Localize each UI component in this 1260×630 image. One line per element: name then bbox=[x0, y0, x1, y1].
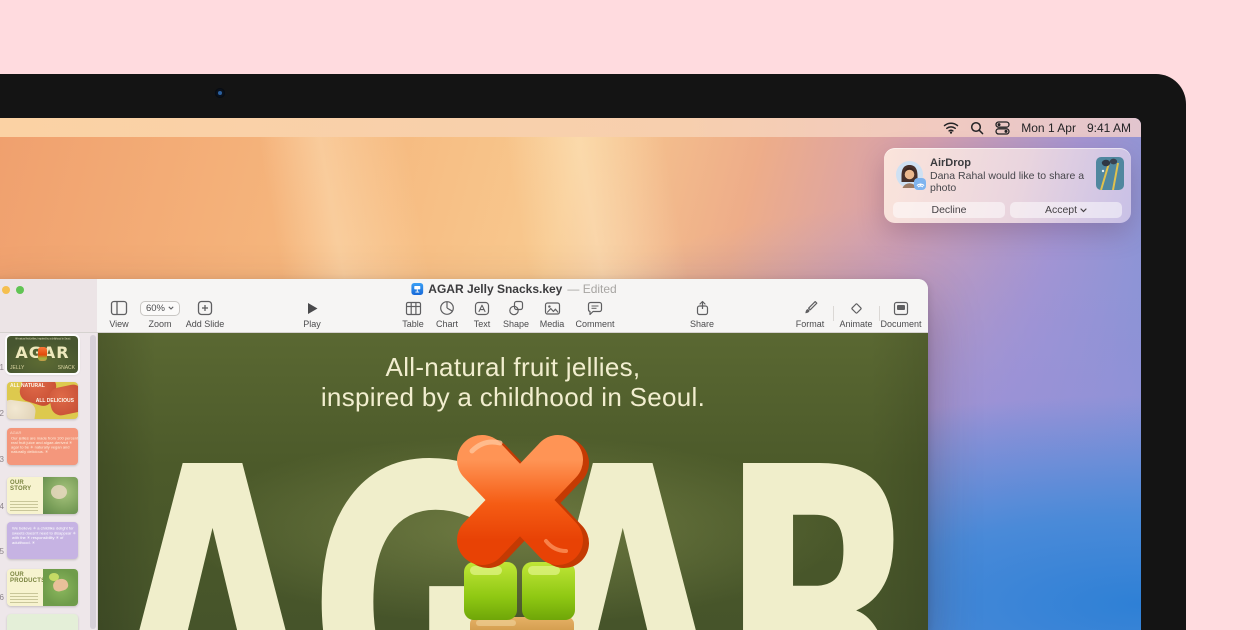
control-center-icon[interactable] bbox=[995, 121, 1010, 135]
keynote-app-icon bbox=[411, 283, 423, 295]
slide-number: 4 bbox=[0, 502, 4, 511]
slide-thumbnail-2[interactable]: ALL NATURAL ALL DELICIOUS bbox=[7, 382, 78, 419]
marketing-canvas: Mon 1 Apr 9:41 AM bbox=[0, 0, 1260, 630]
slide-thumbnail-5[interactable]: We believe ✳ a childlike delight for swe… bbox=[7, 522, 78, 559]
add-slide-icon bbox=[175, 299, 235, 317]
window-header: AGAR Jelly Snacks.key — Edited View 60% bbox=[0, 279, 928, 333]
keynote-window: AGAR Jelly Snacks.key — Edited View 60% bbox=[0, 279, 928, 630]
minimize-button[interactable] bbox=[2, 286, 10, 294]
slide-number: 2 bbox=[0, 409, 4, 418]
webcam bbox=[215, 88, 225, 98]
thumbnail-photo bbox=[43, 569, 78, 606]
slide-number: 6 bbox=[0, 593, 4, 602]
toolbar-play-button[interactable]: Play bbox=[282, 299, 342, 329]
jelly-stack-graphic bbox=[450, 429, 590, 630]
zoom-window-button[interactable] bbox=[16, 286, 24, 294]
document-icon bbox=[871, 299, 931, 317]
slide-navigator: 1 2 3 4 5 6 All-natural fruit jellies, i… bbox=[0, 333, 98, 630]
slide-thumbnail-7[interactable] bbox=[7, 614, 78, 630]
notification-text: AirDrop Dana Rahal would like to share a… bbox=[930, 157, 1088, 194]
navigator-scrollbar[interactable] bbox=[90, 335, 96, 629]
slide-thumbnail-1[interactable]: All-natural fruit jellies, inspired by a… bbox=[7, 336, 78, 373]
notification-title: AirDrop bbox=[930, 157, 1088, 170]
decline-button[interactable]: Decline bbox=[893, 202, 1005, 218]
toolbar-comment-button[interactable]: Comment bbox=[565, 299, 625, 329]
shared-photo-thumbnail bbox=[1096, 157, 1124, 190]
traffic-lights bbox=[0, 286, 24, 294]
slide-thumbnail-4[interactable]: OUR STORY bbox=[7, 477, 78, 514]
jelly-graphic bbox=[38, 347, 47, 361]
slide-thumbnail-6[interactable]: OUR PRODUCTS bbox=[7, 569, 78, 606]
play-icon bbox=[282, 299, 342, 317]
sender-avatar bbox=[896, 161, 923, 188]
window-edited-state: — Edited bbox=[567, 282, 616, 296]
toolbar-add-slide-button[interactable]: Add Slide bbox=[175, 299, 235, 329]
slide-thumbnail-3[interactable]: AGAR Our jellies are made from 100 perce… bbox=[7, 428, 78, 465]
toolbar-document-button[interactable]: Document bbox=[871, 299, 931, 329]
search-icon[interactable] bbox=[970, 121, 984, 135]
slide-number: 1 bbox=[0, 363, 4, 372]
wifi-icon[interactable] bbox=[943, 121, 959, 134]
menu-bar-date[interactable]: Mon 1 Apr bbox=[1021, 121, 1076, 135]
thumbnail-photo bbox=[43, 477, 78, 514]
chevron-down-icon bbox=[168, 306, 174, 310]
slide-number: 3 bbox=[0, 455, 4, 464]
chevron-down-icon bbox=[1080, 208, 1087, 213]
screen: Mon 1 Apr 9:41 AM bbox=[0, 118, 1141, 630]
window-body: 1 2 3 4 5 6 All-natural fruit jellies, i… bbox=[0, 333, 928, 630]
toolbar-share-button[interactable]: Share bbox=[672, 299, 732, 329]
slide-canvas[interactable]: All-natural fruit jellies, inspired by a… bbox=[98, 333, 928, 630]
comment-icon bbox=[565, 299, 625, 317]
zoom-level-pill[interactable]: 60% bbox=[140, 301, 180, 316]
menu-bar: Mon 1 Apr 9:41 AM bbox=[0, 118, 1141, 137]
window-title: AGAR Jelly Snacks.key bbox=[428, 282, 562, 296]
share-icon bbox=[672, 299, 732, 317]
airdrop-badge-icon bbox=[914, 178, 926, 190]
notification-message: Dana Rahal would like to share a photo bbox=[930, 170, 1088, 194]
menu-bar-clock[interactable]: 9:41 AM bbox=[1087, 121, 1131, 135]
accept-button[interactable]: Accept bbox=[1010, 202, 1122, 218]
slide-number: 5 bbox=[0, 547, 4, 556]
airdrop-notification[interactable]: AirDrop Dana Rahal would like to share a… bbox=[884, 148, 1131, 223]
window-title-group: AGAR Jelly Snacks.key — Edited bbox=[411, 282, 616, 296]
